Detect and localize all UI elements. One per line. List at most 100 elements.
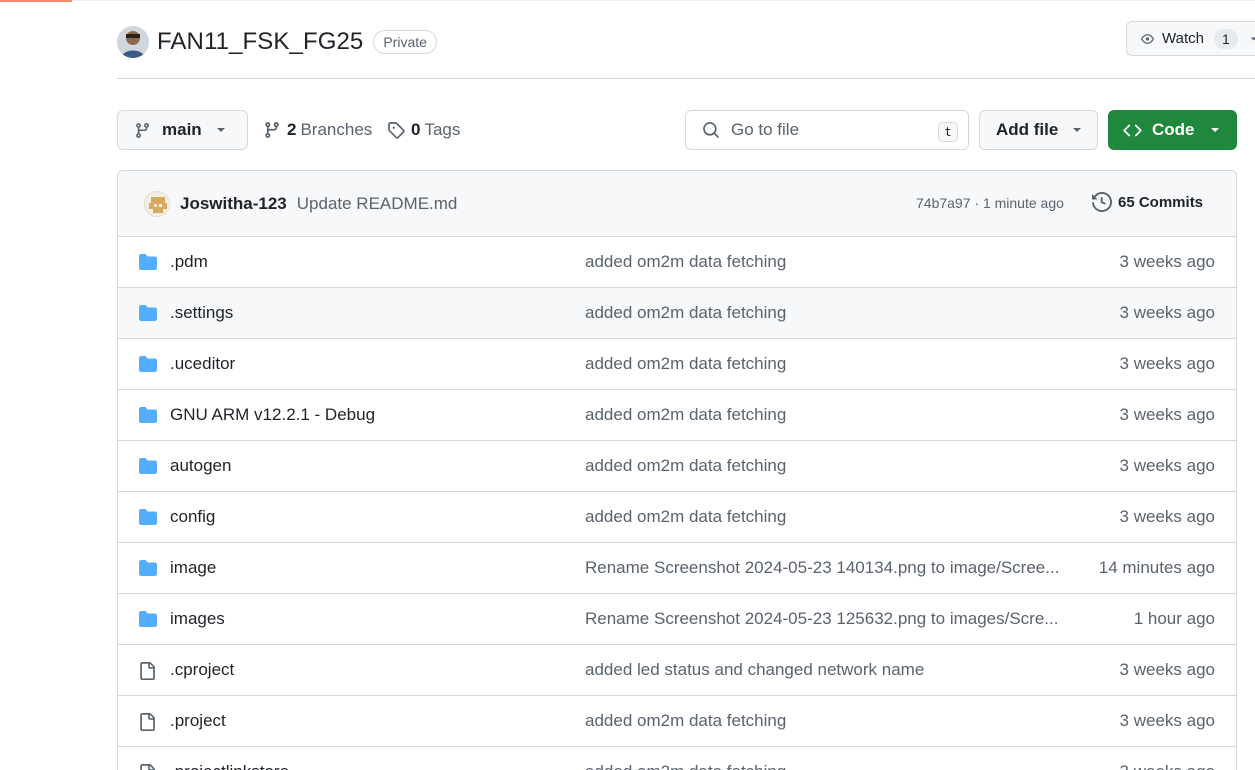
file-name-link[interactable]: .project	[170, 711, 226, 731]
watch-label: Watch	[1162, 30, 1204, 47]
tags-label: Tags	[424, 120, 461, 139]
file-commit-time: 3 weeks ago	[1119, 252, 1215, 271]
file-name-link[interactable]: .projectlinkstore	[170, 762, 289, 770]
caret-down-icon	[1210, 128, 1219, 132]
file-name-link[interactable]: autogen	[170, 456, 231, 476]
history-icon	[1092, 192, 1112, 212]
file-icon	[138, 763, 158, 770]
folder-icon	[138, 253, 158, 271]
repo-header: FAN11_FSK_FG25 Private	[117, 22, 1255, 62]
tag-icon	[388, 122, 405, 139]
branches-link[interactable]: 2 Branches	[263, 110, 372, 150]
file-commit-time: 1 hour ago	[1133, 609, 1215, 628]
file-name-link[interactable]: .uceditor	[170, 354, 235, 374]
commit-author[interactable]: Joswitha-123	[180, 194, 287, 214]
file-name-link[interactable]: config	[170, 507, 215, 527]
code-label: Code	[1152, 120, 1195, 139]
file-name-link[interactable]: image	[170, 558, 216, 578]
file-commit-time: 3 weeks ago	[1119, 660, 1215, 679]
file-row[interactable]: .pdm added om2m data fetching 3 weeks ago	[118, 237, 1236, 288]
folder-icon	[138, 508, 158, 526]
file-commit-time: 3 weeks ago	[1119, 711, 1215, 730]
file-name-link[interactable]: .cproject	[170, 660, 234, 680]
file-row[interactable]: .cproject added led status and changed ne…	[118, 645, 1236, 696]
file-row[interactable]: config added om2m data fetching 3 weeks ag…	[118, 492, 1236, 543]
file-row[interactable]: .settings added om2m data fetching 3 weeks…	[118, 288, 1236, 339]
active-tab-indicator	[0, 0, 72, 2]
tags-count: 0	[411, 120, 421, 139]
file-commit-time: 3 weeks ago	[1119, 507, 1215, 526]
folder-icon	[138, 457, 158, 475]
file-commit-message[interactable]: added om2m data fetching	[585, 507, 1065, 527]
latest-commit-bar: Joswitha-123 Update README.md 74b7a97 · …	[118, 171, 1236, 237]
file-browser: Joswitha-123 Update README.md 74b7a97 · …	[117, 170, 1237, 770]
go-to-file-input[interactable]: Go to file t	[685, 110, 969, 150]
commit-message[interactable]: Update README.md	[297, 194, 458, 214]
file-row[interactable]: .project added om2m data fetching 3 weeks …	[118, 696, 1236, 747]
eye-icon	[1141, 33, 1154, 44]
search-icon	[703, 122, 719, 138]
file-commit-message[interactable]: added om2m data fetching	[585, 354, 1065, 374]
file-commit-time: 3 weeks ago	[1119, 456, 1215, 475]
header-divider	[117, 78, 1255, 79]
file-commit-time: 3 weeks ago	[1119, 405, 1215, 424]
add-file-button[interactable]: Add file	[979, 110, 1098, 150]
file-row[interactable]: GNU ARM v12.2.1 - Debug added om2m data f…	[118, 390, 1236, 441]
branch-selector[interactable]: main	[117, 110, 248, 150]
go-to-file-placeholder: Go to file	[731, 120, 800, 139]
folder-icon	[138, 559, 158, 577]
repo-name[interactable]: FAN11_FSK_FG25	[157, 28, 363, 56]
file-commit-message[interactable]: added om2m data fetching	[585, 405, 1065, 425]
file-row[interactable]: .projectlinkstore added om2m data fetchin…	[118, 747, 1236, 770]
folder-icon	[138, 355, 158, 373]
file-commit-time: 3 weeks ago	[1120, 762, 1215, 770]
watch-count: 1	[1213, 28, 1238, 49]
file-name-link[interactable]: .settings	[170, 303, 233, 323]
file-name-link[interactable]: .pdm	[170, 252, 208, 272]
file-commit-message[interactable]: added led status and changed network nam…	[585, 660, 1065, 680]
shortcut-key: t	[938, 122, 958, 142]
file-row[interactable]: autogen added om2m data fetching 3 weeks a…	[118, 441, 1236, 492]
folder-icon	[138, 304, 158, 322]
file-commit-message[interactable]: Rename Screenshot 2024-05-23 140134.png …	[585, 558, 1065, 578]
file-icon	[138, 661, 158, 680]
branch-icon	[136, 122, 149, 138]
commit-hash-time[interactable]: 74b7a97 · 1 minute ago	[916, 195, 1064, 211]
file-commit-time: 14 minutes ago	[1098, 558, 1215, 577]
file-icon	[138, 712, 158, 731]
branch-name: main	[162, 120, 202, 139]
repo-toolbar: main 2 Branches 0 Tags Go to file t Add …	[117, 110, 1237, 150]
file-row[interactable]: image Rename Screenshot 2024-05-23 140134…	[118, 543, 1236, 594]
file-commit-message[interactable]: added om2m data fetching	[585, 711, 1065, 731]
file-row[interactable]: images Rename Screenshot 2024-05-23 12563…	[118, 594, 1236, 645]
file-commit-time: 3 weeks ago	[1119, 354, 1215, 373]
commits-history-link[interactable]: 65 Commits	[1092, 192, 1203, 212]
file-commit-message[interactable]: Rename Screenshot 2024-05-23 125632.png …	[585, 609, 1065, 629]
top-border	[0, 0, 1255, 1]
file-list: .pdm added om2m data fetching 3 weeks ago.…	[118, 237, 1236, 770]
code-button[interactable]: Code	[1108, 110, 1237, 150]
tags-link[interactable]: 0 Tags	[387, 110, 460, 150]
caret-down-icon	[1073, 128, 1082, 132]
commits-count: 65 Commits	[1118, 193, 1204, 211]
branch-icon	[265, 122, 279, 138]
file-commit-message[interactable]: added om2m data fetching	[585, 456, 1065, 476]
file-name-link[interactable]: images	[170, 609, 225, 629]
branches-label: Branches	[300, 120, 373, 139]
code-icon	[1123, 124, 1142, 136]
file-row[interactable]: .uceditor added om2m data fetching 3 weeks…	[118, 339, 1236, 390]
file-commit-time: 3 weeks ago	[1119, 303, 1215, 322]
add-file-label: Add file	[996, 120, 1059, 139]
file-commit-message[interactable]: added om2m data fetching	[585, 762, 1065, 770]
folder-icon	[138, 406, 158, 424]
file-commit-message[interactable]: added om2m data fetching	[585, 303, 1065, 323]
watch-button[interactable]: Watch 1	[1126, 21, 1255, 56]
commit-author-avatar[interactable]	[144, 190, 170, 217]
owner-avatar[interactable]	[117, 26, 149, 58]
visibility-badge: Private	[373, 30, 437, 54]
branches-count: 2	[287, 120, 297, 139]
file-name-link[interactable]: GNU ARM v12.2.1 - Debug	[170, 405, 375, 425]
file-commit-message[interactable]: added om2m data fetching	[585, 252, 1065, 272]
folder-icon	[138, 610, 158, 628]
caret-down-icon[interactable]	[1250, 34, 1255, 44]
